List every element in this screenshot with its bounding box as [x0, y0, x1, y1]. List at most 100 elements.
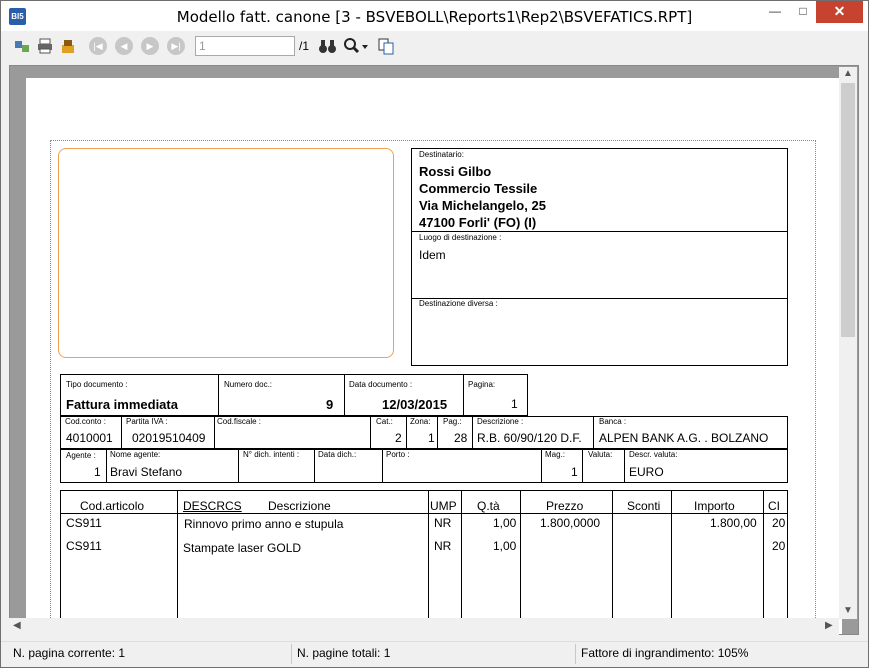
maximize-button[interactable]: □	[789, 1, 817, 23]
agente-sep-5	[541, 449, 542, 483]
tipo-doc-value: Fattura immediata	[66, 397, 178, 412]
first-page-icon[interactable]: |◀	[89, 37, 107, 55]
status-zoom-factor: Fattore di ingrandimento: 105%	[581, 646, 749, 660]
zona-label: Zona:	[410, 417, 431, 426]
agente-sep-4	[382, 449, 383, 483]
pag-label: Pag.:	[443, 417, 462, 426]
conto-sep-3	[370, 416, 371, 449]
col-sep-6	[671, 490, 672, 634]
conto-sep-4	[406, 416, 407, 449]
previous-page-icon[interactable]: ◀	[115, 37, 133, 55]
next-page-icon[interactable]: ▶	[141, 37, 159, 55]
descrizione-value: R.B. 60/90/120 D.F.	[477, 431, 582, 445]
report-viewer-window: BI5 Modello fatt. canone [3 - BSVEBOLL\R…	[0, 0, 869, 668]
cod-conto-value: 4010001	[66, 431, 113, 445]
print-setup-icon[interactable]	[59, 37, 77, 55]
dest-divider-1	[411, 231, 788, 232]
scroll-left-icon[interactable]: ◀	[13, 620, 21, 631]
items-table	[60, 490, 788, 634]
row-2-qta: 1,00	[493, 539, 517, 553]
toolbar: |◀ ◀ ▶ ▶| 1 /1	[1, 31, 868, 61]
print-icon[interactable]	[36, 37, 54, 55]
vertical-scrollbar[interactable]: ▲ ▼	[839, 67, 857, 619]
conto-sep-7	[593, 416, 594, 449]
luogo-value: Idem	[419, 248, 446, 262]
cat-value: 2	[395, 431, 402, 445]
copy-page-icon[interactable]	[377, 37, 395, 55]
dich-intenti-label: N° dich. intenti :	[243, 450, 300, 459]
agente-sep-7	[624, 449, 625, 483]
pagina-label: Pagina:	[468, 380, 496, 389]
scroll-down-icon[interactable]: ▼	[843, 605, 853, 616]
numero-doc-value: 9	[326, 397, 334, 412]
cod-conto-label: Cod.conto :	[65, 417, 106, 426]
col-header-sconti: Sconti	[627, 499, 661, 513]
col-sep-5	[612, 490, 613, 634]
tipo-doc-label: Tipo documento :	[66, 380, 128, 389]
dest-line-4: 47100 Forli' (FO) (I)	[419, 215, 537, 230]
status-sep-2	[575, 644, 576, 664]
doc-sep-3	[463, 374, 464, 416]
conto-sep-2	[214, 416, 215, 449]
descr-valuta-label: Descr. valuta:	[629, 450, 678, 459]
row-1-importo: 1.800,00	[710, 516, 757, 530]
col-header-prezzo: Prezzo	[546, 499, 584, 513]
row-1-ump: NR	[434, 516, 452, 530]
agente-sep-3	[314, 449, 315, 483]
close-button[interactable]: ✕	[816, 1, 863, 23]
col-header-qta: Q.tà	[477, 499, 500, 513]
destinatario-label: Destinatario:	[419, 150, 464, 159]
horizontal-scrollbar[interactable]: ◀ ▶	[9, 618, 839, 635]
banca-value: ALPEN BANK A.G. . BOLZANO	[599, 431, 769, 445]
zona-value: 1	[428, 431, 435, 445]
dest-line-3: Via Michelangelo, 25	[419, 198, 546, 213]
descr-valuta-value: EURO	[629, 465, 664, 479]
row-2-descr: Stampate laser GOLD	[183, 541, 302, 555]
page-number-input[interactable]: 1	[195, 36, 295, 56]
minimize-button[interactable]: —	[761, 1, 789, 23]
export-icon[interactable]	[13, 37, 31, 55]
items-header-divider	[60, 513, 788, 514]
valuta-label: Valuta:	[588, 450, 613, 459]
scroll-up-icon[interactable]: ▲	[843, 68, 853, 79]
title-bar[interactable]: BI5 Modello fatt. canone [3 - BSVEBOLL\R…	[1, 1, 868, 31]
col-sep-7	[763, 490, 764, 634]
col-header-ci: CI	[768, 499, 780, 513]
row-1-descr: Rinnovo primo anno e stupula	[184, 517, 344, 531]
zoom-icon[interactable]	[343, 37, 369, 55]
data-doc-label: Data documento :	[349, 380, 413, 389]
data-dich-label: Data dich.:	[318, 450, 357, 459]
conto-sep-1	[121, 416, 122, 449]
col-header-importo: Importo	[694, 499, 735, 513]
conto-sep-5	[437, 416, 438, 449]
row-1-cod: CS911	[66, 516, 102, 530]
vertical-scroll-thumb[interactable]	[841, 83, 855, 337]
mag-label: Mag.:	[545, 450, 566, 459]
agente-sep-1	[106, 449, 107, 483]
dest-diversa-label: Destinazione diversa :	[419, 299, 498, 308]
row-2-cod: CS911	[66, 539, 102, 553]
data-doc-value: 12/03/2015	[382, 397, 448, 412]
pag-value: 28	[454, 431, 468, 445]
mag-value: 1	[571, 465, 578, 479]
scroll-right-icon[interactable]: ▶	[825, 620, 833, 631]
status-total-pages: N. pagine totali: 1	[297, 646, 391, 660]
status-bar: N. pagina corrente: 1 N. pagine totali: …	[1, 641, 868, 667]
doc-sep-1	[218, 374, 219, 416]
status-current-page: N. pagina corrente: 1	[13, 646, 126, 660]
logo-placeholder	[58, 148, 394, 358]
row-1-ci: 20	[772, 516, 786, 530]
agente-sep-6	[582, 449, 583, 483]
col-sep-4	[520, 490, 521, 634]
porto-label: Porto :	[386, 450, 410, 459]
dest-line-1: Rossi Gilbo	[419, 164, 492, 179]
conto-sep-6	[472, 416, 473, 449]
luogo-label: Luogo di destinazione :	[419, 233, 502, 242]
report-viewport[interactable]: Destinatario: Rossi Gilbo Commercio Tess…	[9, 65, 859, 635]
cod-fiscale-label: Cod.fiscale :	[217, 417, 262, 426]
find-binoculars-icon[interactable]	[318, 37, 336, 55]
col-header-descrizione: Descrizione	[268, 499, 331, 513]
last-page-icon[interactable]: ▶|	[167, 37, 185, 55]
dest-line-2: Commercio Tessile	[419, 181, 538, 196]
col-sep-1	[177, 490, 178, 634]
